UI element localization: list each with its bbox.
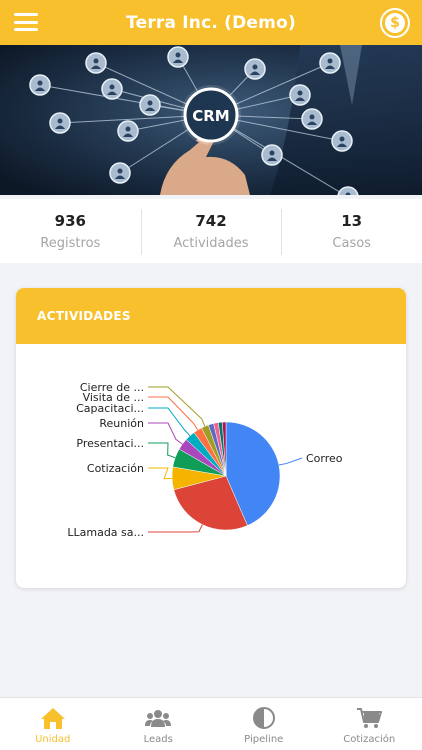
half-circle-icon: [252, 707, 275, 729]
pie-leader-line: [148, 396, 199, 431]
hero-banner: CRM: [0, 45, 422, 195]
network-node-icon: [301, 108, 323, 130]
network-node-icon: [117, 120, 139, 142]
stat-actividades[interactable]: 742 Actividades: [140, 199, 282, 263]
stat-label: Casos: [332, 236, 371, 251]
card-title: ACTIVIDADES: [16, 288, 406, 344]
network-node-icon: [49, 112, 71, 134]
stat-value: 742: [195, 212, 227, 230]
pie-label: Correo: [306, 452, 343, 465]
network-node-icon: [29, 74, 51, 96]
stat-label: Registros: [40, 236, 101, 251]
network-node-icon: [319, 52, 341, 74]
stat-value: 936: [54, 212, 86, 230]
pie-label: Presentaci...: [76, 437, 144, 450]
network-node-icon: [101, 78, 123, 100]
coin-icon[interactable]: $: [380, 8, 410, 38]
nav-pipeline[interactable]: Pipeline: [211, 698, 317, 750]
hero-label: CRM: [192, 107, 230, 125]
pie-label: Reunión: [99, 417, 144, 430]
network-node-icon: [139, 94, 161, 116]
pie-label: Cierre de ...: [80, 381, 144, 394]
network-node-icon: [109, 162, 131, 184]
stat-registros[interactable]: 936 Registros: [0, 199, 141, 263]
menu-icon[interactable]: [14, 13, 38, 31]
nav-leads[interactable]: Leads: [106, 698, 212, 750]
nav-label: Unidad: [35, 734, 71, 745]
activities-card: ACTIVIDADES Correo LLamada sa... Cotizació…: [16, 288, 406, 588]
stat-label: Actividades: [173, 236, 249, 251]
stat-value: 13: [341, 212, 363, 230]
pie-leader-line: [148, 407, 191, 437]
bottom-nav: Unidad Leads Pipeline Cotización: [0, 697, 422, 750]
pie-leader-line: [148, 467, 173, 480]
page-title: Terra Inc. (Demo): [126, 12, 296, 33]
pie-leader-line: [148, 422, 183, 445]
cart-icon: [357, 708, 383, 728]
pie-leader-line: [148, 524, 203, 533]
network-node-icon: [85, 52, 107, 74]
pie-leader-line: [148, 442, 176, 459]
nav-label: Leads: [143, 734, 173, 745]
home-icon: [40, 708, 65, 729]
nav-label: Pipeline: [244, 734, 284, 745]
nav-label: Cotización: [343, 734, 396, 745]
nav-unidad[interactable]: Unidad: [0, 698, 106, 750]
network-node-icon: [261, 144, 283, 166]
network-node-icon: [244, 58, 266, 80]
network-node-icon: [289, 84, 311, 106]
pie-label: LLamada sa...: [67, 526, 144, 539]
network-node-icon: [331, 130, 353, 152]
pie-label: Cotización: [87, 462, 144, 475]
pie-leader-line: [148, 386, 206, 427]
stat-casos[interactable]: 13 Casos: [281, 199, 422, 263]
stats-bar: 936 Registros 742 Actividades 13 Casos: [0, 199, 422, 263]
crm-network-image: CRM: [0, 45, 422, 195]
people-icon: [145, 710, 172, 727]
network-node-icon: [167, 46, 189, 68]
nav-cotizacion[interactable]: Cotización: [317, 698, 422, 750]
top-bar: Terra Inc. (Demo) $: [0, 0, 422, 45]
pie-leader-line: [278, 457, 303, 466]
activities-pie-chart[interactable]: Correo LLamada sa... Cotización Presentaci.…: [16, 344, 406, 588]
